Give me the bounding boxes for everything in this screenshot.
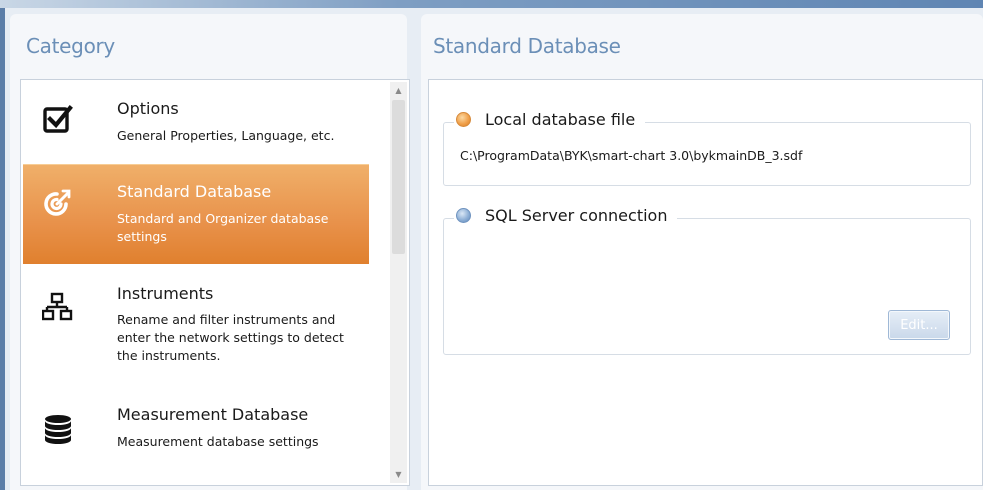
window-left-edge — [0, 8, 5, 490]
sql-server-group: SQL Server connection Edit... — [443, 206, 971, 355]
local-database-radio[interactable] — [456, 112, 471, 127]
standard-database-title: Standard Database — [433, 34, 621, 58]
local-database-path: C:\ProgramData\BYK\smart-chart 3.0\bykma… — [460, 148, 803, 163]
local-database-label: Local database file — [485, 110, 636, 129]
scroll-up-arrow-icon[interactable]: ▲ — [390, 82, 407, 99]
window-top-strip — [0, 0, 983, 8]
sql-server-label: SQL Server connection — [485, 206, 668, 225]
sql-server-option[interactable]: SQL Server connection — [454, 206, 678, 225]
local-database-option[interactable]: Local database file — [454, 110, 646, 129]
category-item-measurement-database[interactable]: Measurement Database Measurement databas… — [23, 390, 383, 480]
database-icon — [41, 412, 75, 446]
category-list: Options General Properties, Language, et… — [20, 79, 410, 486]
category-item-standard-database[interactable]: Standard Database Standard and Organizer… — [23, 164, 369, 264]
category-item-instruments-title: Instruments — [117, 284, 214, 303]
category-panel: Category Options General Properties, Lan… — [10, 14, 410, 490]
category-item-instruments[interactable]: Instruments Rename and filter instrument… — [23, 270, 383, 385]
category-item-measurement-database-desc: Measurement database settings — [117, 434, 319, 449]
category-item-instruments-desc: Rename and filter instruments and enter … — [117, 312, 344, 363]
category-item-standard-database-desc: Standard and Organizer database settings — [117, 211, 329, 244]
category-title: Category — [26, 34, 115, 58]
category-item-options-desc: General Properties, Language, etc. — [117, 128, 335, 143]
category-item-measurement-database-title: Measurement Database — [117, 405, 309, 424]
local-database-group: Local database file C:\ProgramData\BYK\s… — [443, 110, 971, 186]
standard-database-settings: Local database file C:\ProgramData\BYK\s… — [428, 79, 983, 486]
checkbox-icon — [41, 102, 75, 136]
category-item-options-title: Options — [117, 99, 179, 118]
sql-server-radio[interactable] — [456, 208, 471, 223]
category-item-options[interactable]: Options General Properties, Language, et… — [23, 80, 383, 163]
edit-button[interactable]: Edit... — [888, 310, 950, 340]
category-item-standard-database-title: Standard Database — [117, 182, 272, 201]
standard-database-panel: Standard Database Local database file C:… — [421, 14, 983, 490]
target-sync-icon — [41, 186, 75, 220]
scroll-down-arrow-icon[interactable]: ▼ — [390, 466, 407, 483]
category-scrollbar[interactable]: ▲ ▼ — [390, 82, 407, 483]
scroll-thumb[interactable] — [392, 100, 405, 254]
network-icon — [41, 290, 75, 324]
